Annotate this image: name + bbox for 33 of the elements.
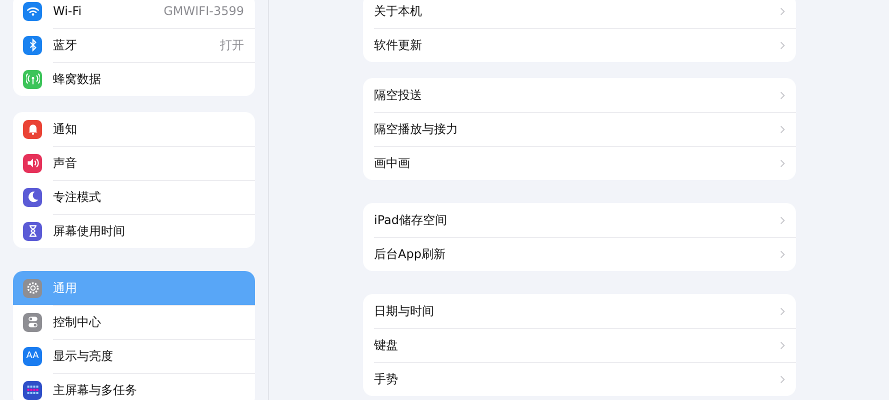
settings-row[interactable]: 日期与时间 [363, 294, 796, 328]
sidebar-item[interactable]: 主屏幕与多任务 [13, 373, 255, 400]
sidebar-item[interactable]: 蓝牙 打开 [13, 28, 255, 62]
sidebar-item[interactable]: AA 显示与亮度 [13, 339, 255, 373]
sidebar-item[interactable]: Wi-Fi GMWIFI-3599 [13, 0, 255, 28]
chevron-icon [780, 306, 785, 316]
settings-row[interactable]: iPad储存空间 [363, 203, 796, 237]
settings-row[interactable]: 隔空投送 [363, 78, 796, 112]
settings-row[interactable]: 软件更新 [363, 28, 796, 62]
chevron-icon [780, 40, 785, 50]
chevron-icon [780, 158, 785, 168]
settings-row[interactable]: 画中画 [363, 146, 796, 180]
settings-row[interactable]: 隔空播放与接力 [363, 112, 796, 146]
settings-row[interactable]: 后台App刷新 [363, 237, 796, 271]
sidebar-item[interactable]: 专注模式 [13, 180, 255, 214]
chevron-icon [780, 374, 785, 384]
chevron-icon [780, 6, 785, 16]
setting-value: GMWIFI-3599 [164, 4, 244, 18]
chevron-icon [780, 216, 785, 224]
chevron-icon [780, 250, 785, 258]
text-size-icon: AA [23, 346, 42, 366]
sidebar-item[interactable]: 蜂窝数据 [13, 62, 255, 96]
setting-value: 打开 [220, 36, 244, 54]
chevron-icon [780, 90, 785, 100]
sidebar-item[interactable]: 控制中心 [13, 305, 255, 339]
settings-row[interactable]: 键盘 [363, 328, 796, 362]
sidebar-item[interactable]: 通知 [13, 112, 255, 146]
sidebar-item[interactable]: 声音 [13, 146, 255, 180]
chevron-icon [780, 340, 785, 350]
sidebar-item[interactable]: 屏幕使用时间 [13, 214, 255, 248]
settings-row[interactable]: 手势 [363, 362, 796, 396]
chevron-icon [780, 124, 785, 134]
settings-row[interactable]: 关于本机 [363, 0, 796, 28]
